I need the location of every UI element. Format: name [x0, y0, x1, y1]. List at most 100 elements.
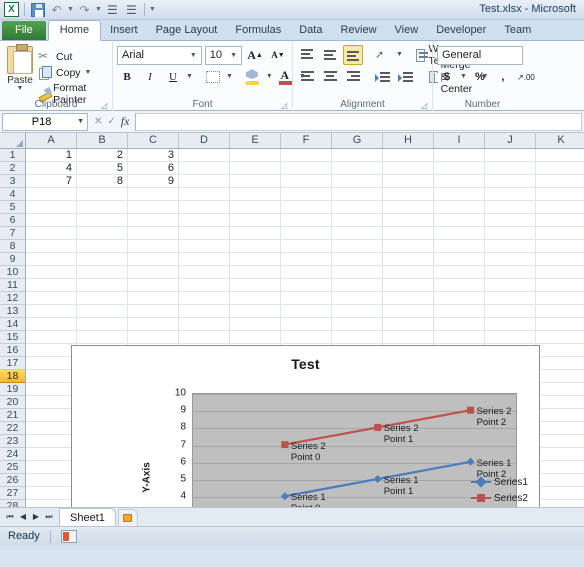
cell-E7[interactable] — [230, 227, 281, 240]
cell-G11[interactable] — [332, 279, 383, 292]
cell-I13[interactable] — [434, 305, 485, 318]
select-all-button[interactable] — [0, 133, 26, 148]
column-header-a[interactable]: A — [26, 133, 77, 148]
increase-indent-button[interactable] — [396, 67, 416, 87]
cell-D13[interactable] — [179, 305, 230, 318]
cell-F13[interactable] — [281, 305, 332, 318]
font-size-chevron-down-icon[interactable]: ▼ — [228, 52, 239, 59]
cell-B8[interactable] — [77, 240, 128, 253]
fill-color-button[interactable] — [243, 67, 263, 87]
cell-B7[interactable] — [77, 227, 128, 240]
tab-view[interactable]: View — [386, 21, 428, 40]
cell-H2[interactable] — [383, 162, 434, 175]
undo-dropdown-icon[interactable]: ▼ — [67, 6, 74, 13]
cell-K15[interactable] — [536, 331, 584, 344]
cell-K8[interactable] — [536, 240, 584, 253]
cell-D11[interactable] — [179, 279, 230, 292]
row-header-27[interactable]: 27 — [0, 487, 25, 500]
cell-I9[interactable] — [434, 253, 485, 266]
cell-A25[interactable] — [26, 461, 77, 474]
cell-H12[interactable] — [383, 292, 434, 305]
cell-G12[interactable] — [332, 292, 383, 305]
copy-dropdown-icon[interactable]: ▼ — [85, 69, 92, 76]
row-header-20[interactable]: 20 — [0, 396, 25, 409]
cell-D15[interactable] — [179, 331, 230, 344]
cell-I14[interactable] — [434, 318, 485, 331]
font-name-chevron-down-icon[interactable]: ▼ — [188, 52, 199, 59]
tab-data[interactable]: Data — [290, 21, 331, 40]
cell-G13[interactable] — [332, 305, 383, 318]
cell-C2[interactable]: 6 — [128, 162, 179, 175]
cell-F7[interactable] — [281, 227, 332, 240]
currency-dropdown-icon[interactable]: ▼ — [460, 73, 467, 80]
cell-K21[interactable] — [536, 409, 584, 422]
formula-input[interactable] — [135, 112, 582, 131]
cell-H7[interactable] — [383, 227, 434, 240]
cell-K4[interactable] — [536, 188, 584, 201]
column-header-h[interactable]: H — [383, 133, 434, 148]
cell-G6[interactable] — [332, 214, 383, 227]
row-header-6[interactable]: 6 — [0, 214, 25, 227]
cell-C12[interactable] — [128, 292, 179, 305]
cell-D3[interactable] — [179, 175, 230, 188]
cell-D9[interactable] — [179, 253, 230, 266]
cell-B3[interactable]: 8 — [77, 175, 128, 188]
cell-C11[interactable] — [128, 279, 179, 292]
cell-C7[interactable] — [128, 227, 179, 240]
cell-I7[interactable] — [434, 227, 485, 240]
cell-H8[interactable] — [383, 240, 434, 253]
cell-K26[interactable] — [536, 474, 584, 487]
cell-B15[interactable] — [77, 331, 128, 344]
cell-J4[interactable] — [485, 188, 536, 201]
column-header-e[interactable]: E — [230, 133, 281, 148]
row-header-8[interactable]: 8 — [0, 240, 25, 253]
cell-K11[interactable] — [536, 279, 584, 292]
redo-dropdown-icon[interactable]: ▼ — [95, 6, 102, 13]
orientation-dropdown-icon[interactable]: ▼ — [396, 51, 403, 58]
cell-A3[interactable]: 7 — [26, 175, 77, 188]
cell-E14[interactable] — [230, 318, 281, 331]
row-header-26[interactable]: 26 — [0, 474, 25, 487]
cell-C10[interactable] — [128, 266, 179, 279]
cell-I12[interactable] — [434, 292, 485, 305]
cell-G7[interactable] — [332, 227, 383, 240]
cell-I4[interactable] — [434, 188, 485, 201]
cell-H4[interactable] — [383, 188, 434, 201]
cell-G8[interactable] — [332, 240, 383, 253]
cell-K6[interactable] — [536, 214, 584, 227]
font-size-combo[interactable]: 10 ▼ — [204, 45, 242, 65]
underline-button[interactable]: U — [163, 67, 183, 87]
cell-E1[interactable] — [230, 149, 281, 162]
align-left-button[interactable] — [297, 67, 317, 87]
cell-K20[interactable] — [536, 396, 584, 409]
cell-A21[interactable] — [26, 409, 77, 422]
cell-C3[interactable]: 9 — [128, 175, 179, 188]
bold-button[interactable]: B — [117, 67, 137, 87]
decrease-indent-button[interactable] — [373, 67, 393, 87]
name-box-chevron-down-icon[interactable]: ▼ — [77, 118, 84, 125]
align-right-button[interactable] — [343, 67, 363, 87]
cell-K1[interactable] — [536, 149, 584, 162]
cell-I1[interactable] — [434, 149, 485, 162]
cell-A8[interactable] — [26, 240, 77, 253]
row-header-19[interactable]: 19 — [0, 383, 25, 396]
row-header-7[interactable]: 7 — [0, 227, 25, 240]
cell-F12[interactable] — [281, 292, 332, 305]
row-header-11[interactable]: 11 — [0, 279, 25, 292]
cell-F10[interactable] — [281, 266, 332, 279]
cell-E2[interactable] — [230, 162, 281, 175]
row-header-21[interactable]: 21 — [0, 409, 25, 422]
cell-E11[interactable] — [230, 279, 281, 292]
cell-J5[interactable] — [485, 201, 536, 214]
cell-A27[interactable] — [26, 487, 77, 500]
tab-file[interactable]: File — [2, 21, 46, 40]
row-header-13[interactable]: 13 — [0, 305, 25, 318]
cell-J2[interactable] — [485, 162, 536, 175]
cell-A5[interactable] — [26, 201, 77, 214]
cell-A26[interactable] — [26, 474, 77, 487]
row-header-24[interactable]: 24 — [0, 448, 25, 461]
align-middle-button[interactable] — [320, 45, 340, 65]
cell-A10[interactable] — [26, 266, 77, 279]
row-header-1[interactable]: 1 — [0, 149, 25, 162]
cancel-formula-icon[interactable]: ✕ — [94, 116, 102, 127]
